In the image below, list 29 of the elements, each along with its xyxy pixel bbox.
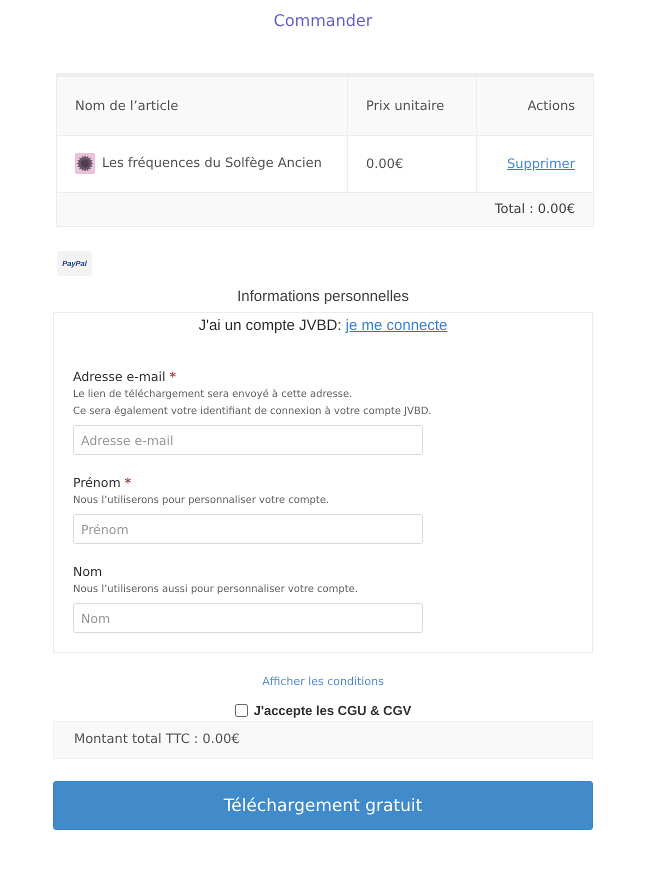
order-total: Montant total TTC : 0.00€ [53,721,593,759]
download-button[interactable]: Téléchargement gratuit [53,781,593,830]
field-label: Prénom [73,475,121,490]
column-header: Actions [476,75,594,136]
field-label: Nom [73,564,102,579]
input-field[interactable]: Prénom [73,514,423,544]
help-text: Nous l’utiliserons pour personnaliser votre compte. [73,494,330,508]
field-label: Adresse e-mail [73,369,166,384]
help-text: Nous l’utiliserons aussi pour personnaliser votre compte. [73,583,358,597]
column-header: Nom de l’article [56,75,348,136]
account-prompt: J'ai un compte JVBD: je me connecte [198,316,448,336]
section-title: Informations personnelles [237,287,409,307]
price-cell: 0.00€ [348,136,476,192]
help-text: Ce sera également votre identifiant de connexion à votre compte JVBD. [73,405,432,419]
remove-link[interactable]: Supprimer [507,156,575,172]
terms-label: J'accepte les CGU & CGV [254,702,412,718]
input-field[interactable]: Adresse e-mail [73,425,423,455]
login-link[interactable]: je me connecte [346,317,448,334]
mandala-icon [75,153,95,174]
conditions-link[interactable]: Afficher les conditions [262,673,384,691]
terms-checkbox[interactable] [234,704,248,716]
page-title: Commander [274,11,372,31]
required-mark: * [124,475,132,490]
cart-total: Total : 0.00€ [56,192,594,226]
help-text: Le lien de téléchargement sera envoyé à cette adresse. [73,388,352,402]
product-name: Les fréquences du Solfège Ancien [102,155,322,173]
column-header: Prix unitaire [348,75,476,136]
required-mark: * [170,369,176,384]
input-field[interactable]: Nom [73,603,423,633]
